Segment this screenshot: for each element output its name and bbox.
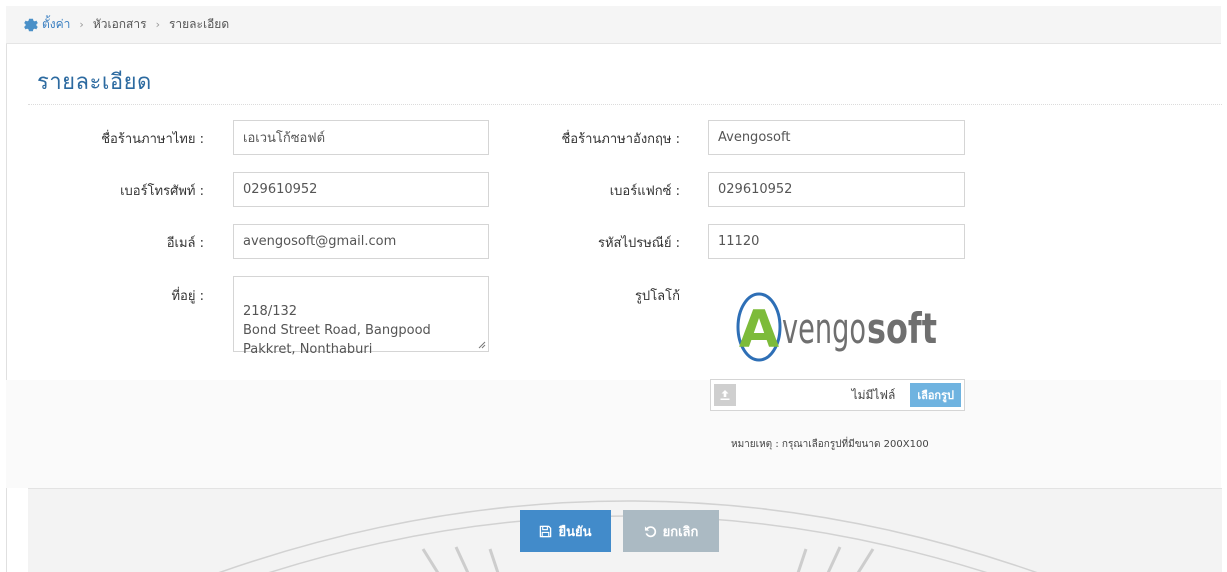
confirm-button[interactable]: ยืนยัน <box>520 510 611 552</box>
cancel-label: ยกเลิก <box>662 524 699 540</box>
email-label: อีเมล์ : <box>166 236 204 251</box>
chevron-right-icon: › <box>155 18 160 31</box>
page-title: รายละเอียด <box>37 70 152 95</box>
postal-code-label: รหัสไปรษณีย์ : <box>597 236 680 251</box>
file-status: ไม่มีไฟล์ <box>851 387 896 402</box>
shop-name-th-input[interactable]: เอเวนโก้ซอฟต์ <box>233 120 489 155</box>
save-icon <box>540 525 552 537</box>
email-input[interactable]: avengosoft@gmail.com <box>233 224 489 259</box>
logo-text-light: vengo <box>782 304 866 353</box>
breadcrumb-document-header[interactable]: หัวเอกสาร <box>93 15 147 34</box>
shop-name-th-label: ชื่อร้านภาษาไทย : <box>101 132 204 147</box>
resize-grip-icon[interactable] <box>478 341 486 349</box>
logo-section-band <box>6 380 1221 488</box>
image-size-note: หมายเหตุ : กรุณาเลือกรูปที่มีขนาด 200X10… <box>731 439 929 450</box>
undo-icon <box>644 525 656 537</box>
address-text: 218/132 Bond Street Road, Bangpood Pakkr… <box>243 304 431 357</box>
page-left-border <box>6 44 7 572</box>
shop-name-en-input[interactable]: Avengosoft <box>708 120 965 155</box>
cancel-button[interactable]: ยกเลิก <box>623 510 719 552</box>
logo-letter-a: A <box>739 300 779 360</box>
gear-icon <box>24 18 38 32</box>
logo-image: A vengo soft <box>735 281 940 373</box>
address-textarea[interactable]: 218/132 Bond Street Road, Bangpood Pakkr… <box>233 276 489 357</box>
phone-input[interactable]: 029610952 <box>233 172 489 207</box>
title-divider <box>28 104 1222 105</box>
breadcrumb-settings[interactable]: ตั้งค่า <box>42 15 70 34</box>
upload-icon <box>714 384 736 406</box>
choose-image-button[interactable]: เลือกรูป <box>910 383 961 407</box>
postal-code-input[interactable]: 11120 <box>708 224 965 259</box>
phone-label: เบอร์โทรศัพท์ : <box>120 184 204 199</box>
logo-label: รูปโลโก้ <box>634 289 680 304</box>
address-label: ที่อยู่ : <box>171 289 204 304</box>
breadcrumb-current: รายละเอียด <box>168 17 230 31</box>
logo-text-bold: soft <box>867 304 937 353</box>
logo-file-picker[interactable]: ไม่มีไฟล์ เลือกรูป <box>710 379 965 411</box>
confirm-label: ยืนยัน <box>558 524 592 540</box>
fax-label: เบอร์แฟกซ์ : <box>609 184 680 199</box>
chevron-right-icon: › <box>79 18 84 31</box>
shop-name-en-label: ชื่อร้านภาษาอังกฤษ : <box>561 132 680 147</box>
fax-input[interactable]: 029610952 <box>708 172 965 207</box>
breadcrumb: ตั้งค่า › หัวเอกสาร › รายละเอียด <box>6 6 1221 44</box>
